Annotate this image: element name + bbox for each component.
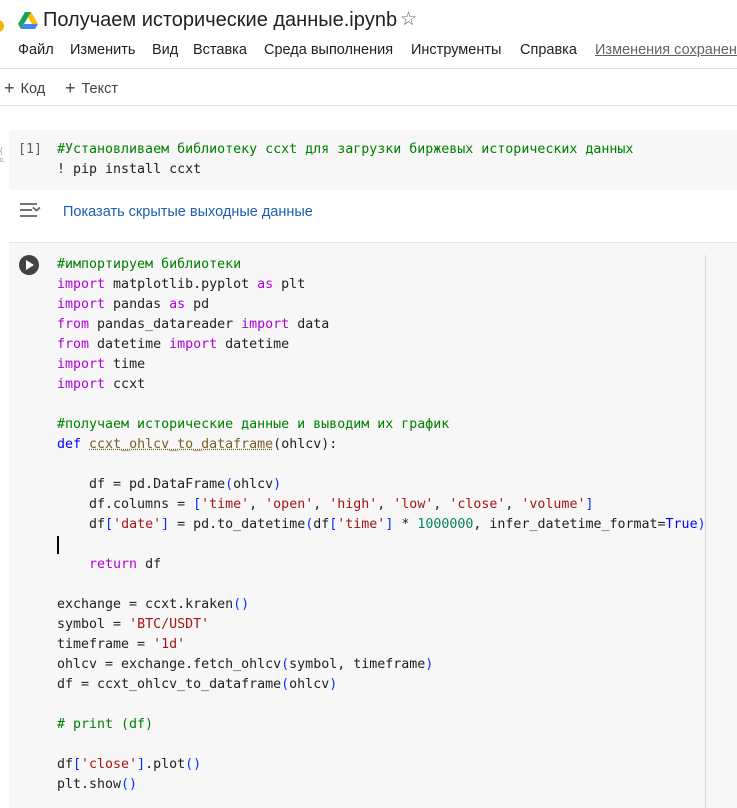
code-text: df: [57, 517, 105, 532]
keyword: True: [666, 517, 698, 532]
divider: [0, 105, 737, 106]
plus-icon: +: [65, 78, 76, 98]
menu-file[interactable]: Файл: [18, 42, 54, 58]
string-literal: 'high': [329, 497, 377, 512]
code-text: timeframe =: [57, 637, 153, 652]
keyword: as: [169, 297, 185, 312]
string-literal: 'BTC/USDT': [129, 617, 209, 632]
title-bar: Получаем исторические данные.ipynb ☆: [0, 0, 737, 38]
keyword: import: [57, 277, 105, 292]
code-cell-main[interactable]: #импортируем библиотеки import matplotli…: [9, 242, 737, 808]
output-area: Показать скрытые выходные данные: [0, 196, 737, 230]
menu-help[interactable]: Справка: [520, 42, 577, 58]
string-literal: 'time': [201, 497, 249, 512]
code-text: symbol =: [57, 617, 129, 632]
keyword: as: [257, 277, 273, 292]
notebook-toolbar: + Код + Текст: [0, 74, 737, 100]
code-text: df.columns =: [57, 497, 193, 512]
string-literal: 'close': [81, 757, 137, 772]
code-text: .plot: [145, 757, 185, 772]
code-text: pandas_datareader: [89, 317, 241, 332]
string-literal: 'close': [449, 497, 505, 512]
menu-runtime[interactable]: Среда выполнения: [264, 42, 393, 58]
number-literal: 1000000: [417, 517, 473, 532]
google-drive-icon[interactable]: [18, 12, 38, 30]
code-text: = pd.to_datetime: [169, 517, 305, 532]
menu-bar: Файл Изменить Вид Вставка Среда выполнен…: [0, 40, 737, 62]
code-text: datetime: [89, 337, 169, 352]
keyword: return: [89, 557, 137, 572]
code-comment: #получаем исторические данные и выводим …: [57, 417, 449, 432]
code-text: exchange = ccxt.kraken: [57, 597, 233, 612]
keyword: import: [57, 357, 105, 372]
star-icon[interactable]: ☆: [400, 8, 417, 31]
code-text: *: [393, 517, 417, 532]
gutter-indicator: {c.: [0, 147, 5, 165]
code-comment: # print (df): [57, 717, 153, 732]
account-avatar-edge[interactable]: [0, 20, 4, 32]
code-text: matplotlib.pyplot: [105, 277, 257, 292]
code-text: ohlcv: [233, 477, 273, 492]
keyword: def: [57, 437, 81, 452]
string-literal: 'time': [337, 517, 385, 532]
string-literal: 'open': [265, 497, 313, 512]
string-literal: '1d': [153, 637, 185, 652]
add-text-label: Текст: [82, 81, 119, 97]
run-cell-icon[interactable]: [19, 255, 39, 275]
menu-tools[interactable]: Инструменты: [411, 42, 501, 58]
code-text: datetime: [217, 337, 289, 352]
menu-view[interactable]: Вид: [152, 42, 178, 58]
divider: [0, 68, 737, 69]
keyword: import: [57, 377, 105, 392]
code-text: symbol, timeframe: [289, 657, 425, 672]
code-comment: #Установливаем библиотеку ccxt для загру…: [57, 142, 633, 157]
code-text: df = pd.DataFrame: [57, 477, 225, 492]
add-code-label: Код: [21, 81, 46, 97]
code-editor[interactable]: #импортируем библиотеки import matplotli…: [57, 255, 706, 795]
string-literal: 'volume': [521, 497, 585, 512]
menu-edit[interactable]: Изменить: [70, 42, 135, 58]
code-text: data: [289, 317, 329, 332]
code-editor[interactable]: #Установливаем библиотеку ccxt для загру…: [57, 140, 633, 180]
code-text: , infer_datetime_format=: [473, 517, 665, 532]
menu-insert[interactable]: Вставка: [193, 42, 247, 58]
keyword: from: [57, 317, 89, 332]
code-text: ohlcv = exchange.fetch_ohlcv: [57, 657, 281, 672]
code-text: plt.show: [57, 777, 121, 792]
save-status-link[interactable]: Изменения сохранены: [595, 42, 737, 58]
code-cell-install[interactable]: [1] #Установливаем библиотеку ccxt для з…: [9, 130, 737, 190]
string-literal: 'date': [113, 517, 161, 532]
code-text: ohlcv: [289, 677, 329, 692]
add-text-button[interactable]: + Текст: [65, 77, 118, 98]
keyword: import: [57, 297, 105, 312]
function-name[interactable]: ccxt_ohlcv_to_dataframe: [89, 437, 273, 452]
keyword: import: [241, 317, 289, 332]
code-text: df = ccxt_ohlcv_to_dataframe: [57, 677, 281, 692]
code-text: ccxt: [105, 377, 145, 392]
code-text: pandas: [105, 297, 169, 312]
code-text: df: [137, 557, 161, 572]
execution-count: [1]: [18, 142, 42, 157]
add-code-button[interactable]: + Код: [4, 77, 45, 98]
notebook-title[interactable]: Получаем исторические данные.ipynb: [43, 9, 397, 32]
keyword: from: [57, 337, 89, 352]
code-text: df: [57, 757, 73, 772]
string-literal: 'low': [393, 497, 433, 512]
code-line: ! pip install ccxt: [57, 162, 201, 177]
plus-icon: +: [4, 78, 15, 98]
code-text: plt: [273, 277, 305, 292]
show-hidden-output-link[interactable]: Показать скрытые выходные данные: [63, 204, 313, 220]
keyword: import: [169, 337, 217, 352]
collapsed-output-icon[interactable]: [18, 201, 42, 219]
code-text: pd: [185, 297, 209, 312]
code-text: ohlcv):: [281, 437, 337, 452]
code-text: time: [105, 357, 145, 372]
code-text: df: [313, 517, 329, 532]
code-comment: #импортируем библиотеки: [57, 257, 241, 272]
